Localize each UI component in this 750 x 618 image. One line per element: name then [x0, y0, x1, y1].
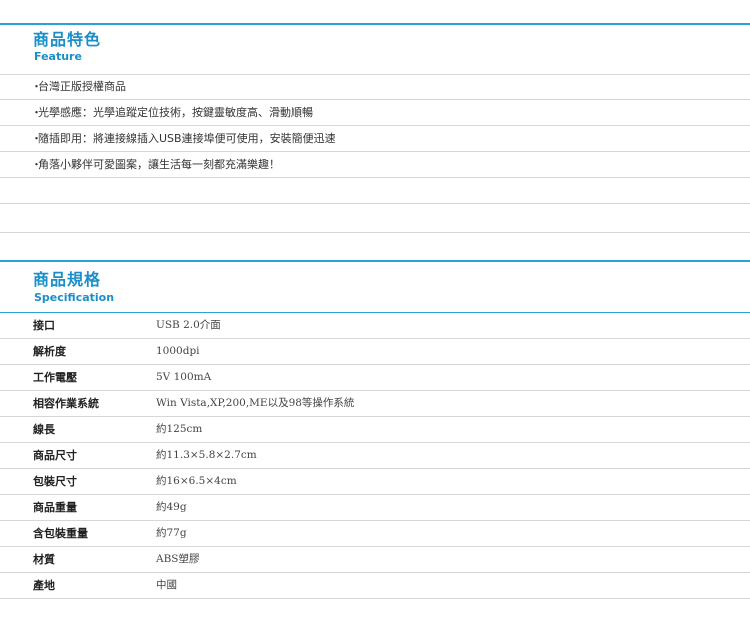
feature-item-empty [0, 204, 750, 233]
spec-value: 中國 [156, 579, 177, 591]
spec-row: 商品尺寸 約11.3×5.8×2.7cm [0, 443, 750, 469]
spec-row: 含包裝重量 約77g [0, 521, 750, 547]
spec-row: 相容作業系統 Win Vista,XP,200,ME以及98等操作系統 [0, 391, 750, 417]
spec-subtitle: Specification [34, 291, 115, 304]
feature-section: 商品特色 Feature [0, 23, 750, 75]
spec-value: ABS塑膠 [156, 553, 200, 565]
feature-item-text: 角落小夥伴可愛圖案，讓生活每一刻都充滿樂趣！ [38, 158, 280, 171]
spec-value: 約77g [156, 527, 187, 539]
feature-item-text: 台灣正版授權商品 [38, 80, 126, 93]
spec-row: 產地 中國 [0, 573, 750, 599]
feature-list: ・ 台灣正版授權商品 ・ 光學感應：光學追蹤定位技術，按鍵靈敏度高、滑動順暢 ・… [0, 74, 750, 262]
feature-item: ・ 台灣正版授權商品 [0, 74, 750, 100]
feature-header: 商品特色 Feature [0, 23, 750, 75]
spec-key: 接口 [33, 319, 55, 332]
feature-title: 商品特色 [33, 30, 102, 49]
spec-value: 1000dpi [156, 345, 200, 357]
spec-table: 接口 USB 2.0介面 解析度 1000dpi 工作電壓 5V 100mA 相… [0, 313, 750, 599]
feature-item-text: 光學感應：光學追蹤定位技術，按鍵靈敏度高、滑動順暢 [38, 106, 313, 119]
spec-value: 約16×6.5×4cm [156, 475, 237, 487]
spec-value: 約125cm [156, 423, 203, 435]
spec-key: 產地 [33, 579, 55, 592]
feature-subtitle: Feature [34, 50, 82, 63]
spec-row: 工作電壓 5V 100mA [0, 365, 750, 391]
spec-header: 商品規格 Specification [0, 260, 750, 313]
feature-item-text: 隨插即用：將連接線插入USB連接埠便可使用，安裝簡便迅速 [38, 132, 336, 145]
spec-key: 商品重量 [33, 501, 77, 514]
feature-item: ・ 角落小夥伴可愛圖案，讓生活每一刻都充滿樂趣！ [0, 152, 750, 178]
spec-row: 材質 ABS塑膠 [0, 547, 750, 573]
spec-title: 商品規格 [33, 270, 102, 289]
spec-value: 5V 100mA [156, 371, 212, 383]
spec-key: 商品尺寸 [33, 449, 77, 462]
spec-value: 約11.3×5.8×2.7cm [156, 449, 257, 461]
feature-item-empty [0, 178, 750, 204]
spec-key: 含包裝重量 [33, 527, 88, 540]
spec-section: 商品規格 Specification [0, 260, 750, 313]
spec-key: 相容作業系統 [33, 397, 99, 410]
spec-row: 解析度 1000dpi [0, 339, 750, 365]
feature-item: ・ 光學感應：光學追蹤定位技術，按鍵靈敏度高、滑動順暢 [0, 100, 750, 126]
spec-key: 解析度 [33, 345, 66, 358]
feature-item-empty [0, 233, 750, 262]
spec-row: 商品重量 約49g [0, 495, 750, 521]
spec-row: 接口 USB 2.0介面 [0, 313, 750, 339]
spec-value: Win Vista,XP,200,ME以及98等操作系統 [156, 397, 355, 409]
spec-key: 工作電壓 [33, 371, 77, 384]
spec-key: 線長 [33, 423, 55, 436]
spec-row: 包裝尺寸 約16×6.5×4cm [0, 469, 750, 495]
spec-value: USB 2.0介面 [156, 319, 221, 331]
spec-key: 材質 [33, 553, 55, 566]
feature-item: ・ 隨插即用：將連接線插入USB連接埠便可使用，安裝簡便迅速 [0, 126, 750, 152]
spec-row: 線長 約125cm [0, 417, 750, 443]
spec-value: 約49g [156, 501, 187, 513]
spec-key: 包裝尺寸 [33, 475, 77, 488]
